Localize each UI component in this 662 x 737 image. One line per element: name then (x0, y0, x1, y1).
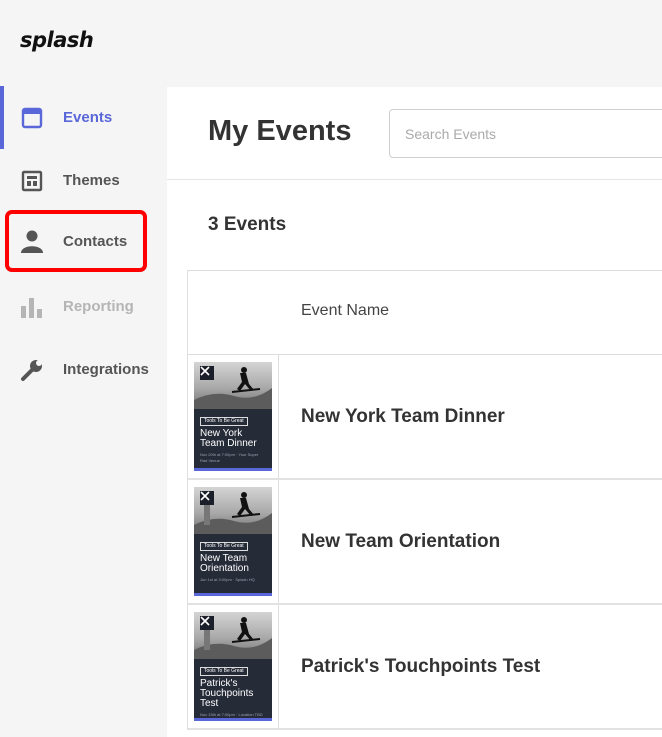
sidebar-item-label: Integrations (63, 361, 149, 378)
thumbnail-cell: Tools To Be Great New Team Orientation J… (188, 480, 279, 603)
event-thumbnail[interactable]: Tools To Be Great New York Team Dinner N… (194, 362, 272, 471)
wrench-icon (20, 358, 44, 382)
surfer-photo (194, 362, 272, 409)
table-row[interactable]: Tools To Be Great Patrick's Touchpoints … (188, 605, 662, 730)
layout-icon (20, 169, 44, 193)
table-header: Event Name (188, 271, 662, 355)
sidebar-item-contacts[interactable]: Contacts (5, 210, 147, 272)
event-thumbnail[interactable]: Tools To Be Great Patrick's Touchpoints … (194, 612, 272, 721)
thumbnail-meta: Nov 15th at 7:00pm · Location TBD (200, 712, 263, 717)
events-table: Event Name Tools To Be Great New York Te… (187, 270, 662, 730)
column-header-event-name[interactable]: Event Name (301, 302, 389, 320)
thumbnail-tag: Tools To Be Great (200, 542, 248, 551)
tools-icon (200, 616, 214, 630)
main-panel: My Events 3 Events Event Name (167, 87, 662, 737)
sidebar-item-integrations[interactable]: Integrations (0, 338, 166, 401)
sidebar-item-reporting[interactable]: Reporting (0, 275, 166, 338)
page-header: My Events (167, 87, 662, 180)
splash-logo[interactable]: splash (20, 28, 94, 52)
table-row[interactable]: Tools To Be Great New York Team Dinner N… (188, 355, 662, 480)
thumbnail-tag: Tools To Be Great (200, 417, 248, 426)
table-row[interactable]: Tools To Be Great New Team Orientation J… (188, 480, 662, 605)
event-name-link[interactable]: Patrick's Touchpoints Test (301, 656, 540, 678)
calendar-icon (20, 106, 44, 130)
surfer-photo (194, 612, 272, 659)
sidebar-item-label: Reporting (63, 298, 134, 315)
event-name-link[interactable]: New York Team Dinner (301, 406, 505, 428)
thumbnail-meta: Nov 20th at 7:00pm · Your Super Rad Venu… (200, 452, 259, 463)
thumbnail-meta: Jun 1st at 3:00pm · Splash HQ (200, 577, 255, 582)
thumbnail-title: Patrick's Touchpoints Test (200, 678, 254, 709)
sidebar-item-events[interactable]: Events (0, 86, 166, 149)
sidebar-item-label: Themes (63, 172, 120, 189)
surfer-photo (194, 487, 272, 534)
thumbnail-title: New Team Orientation (200, 553, 249, 574)
event-count: 3 Events (208, 214, 287, 235)
sidebar-item-themes[interactable]: Themes (0, 149, 166, 212)
tools-icon (200, 491, 214, 505)
page-title: My Events (208, 115, 352, 147)
event-name-link[interactable]: New Team Orientation (301, 531, 500, 553)
event-thumbnail[interactable]: Tools To Be Great New Team Orientation J… (194, 487, 272, 596)
search-input[interactable] (389, 109, 662, 158)
thumbnail-cell: Tools To Be Great New York Team Dinner N… (188, 355, 279, 478)
tools-icon (200, 366, 214, 380)
thumbnail-tag: Tools To Be Great (200, 667, 248, 676)
person-icon (20, 229, 44, 253)
thumbnail-cell: Tools To Be Great Patrick's Touchpoints … (188, 605, 279, 728)
thumbnail-title: New York Team Dinner (200, 428, 257, 449)
sidebar-item-label: Events (63, 109, 113, 126)
bar-chart-icon (20, 295, 44, 319)
sidebar-item-label: Contacts (63, 232, 128, 250)
